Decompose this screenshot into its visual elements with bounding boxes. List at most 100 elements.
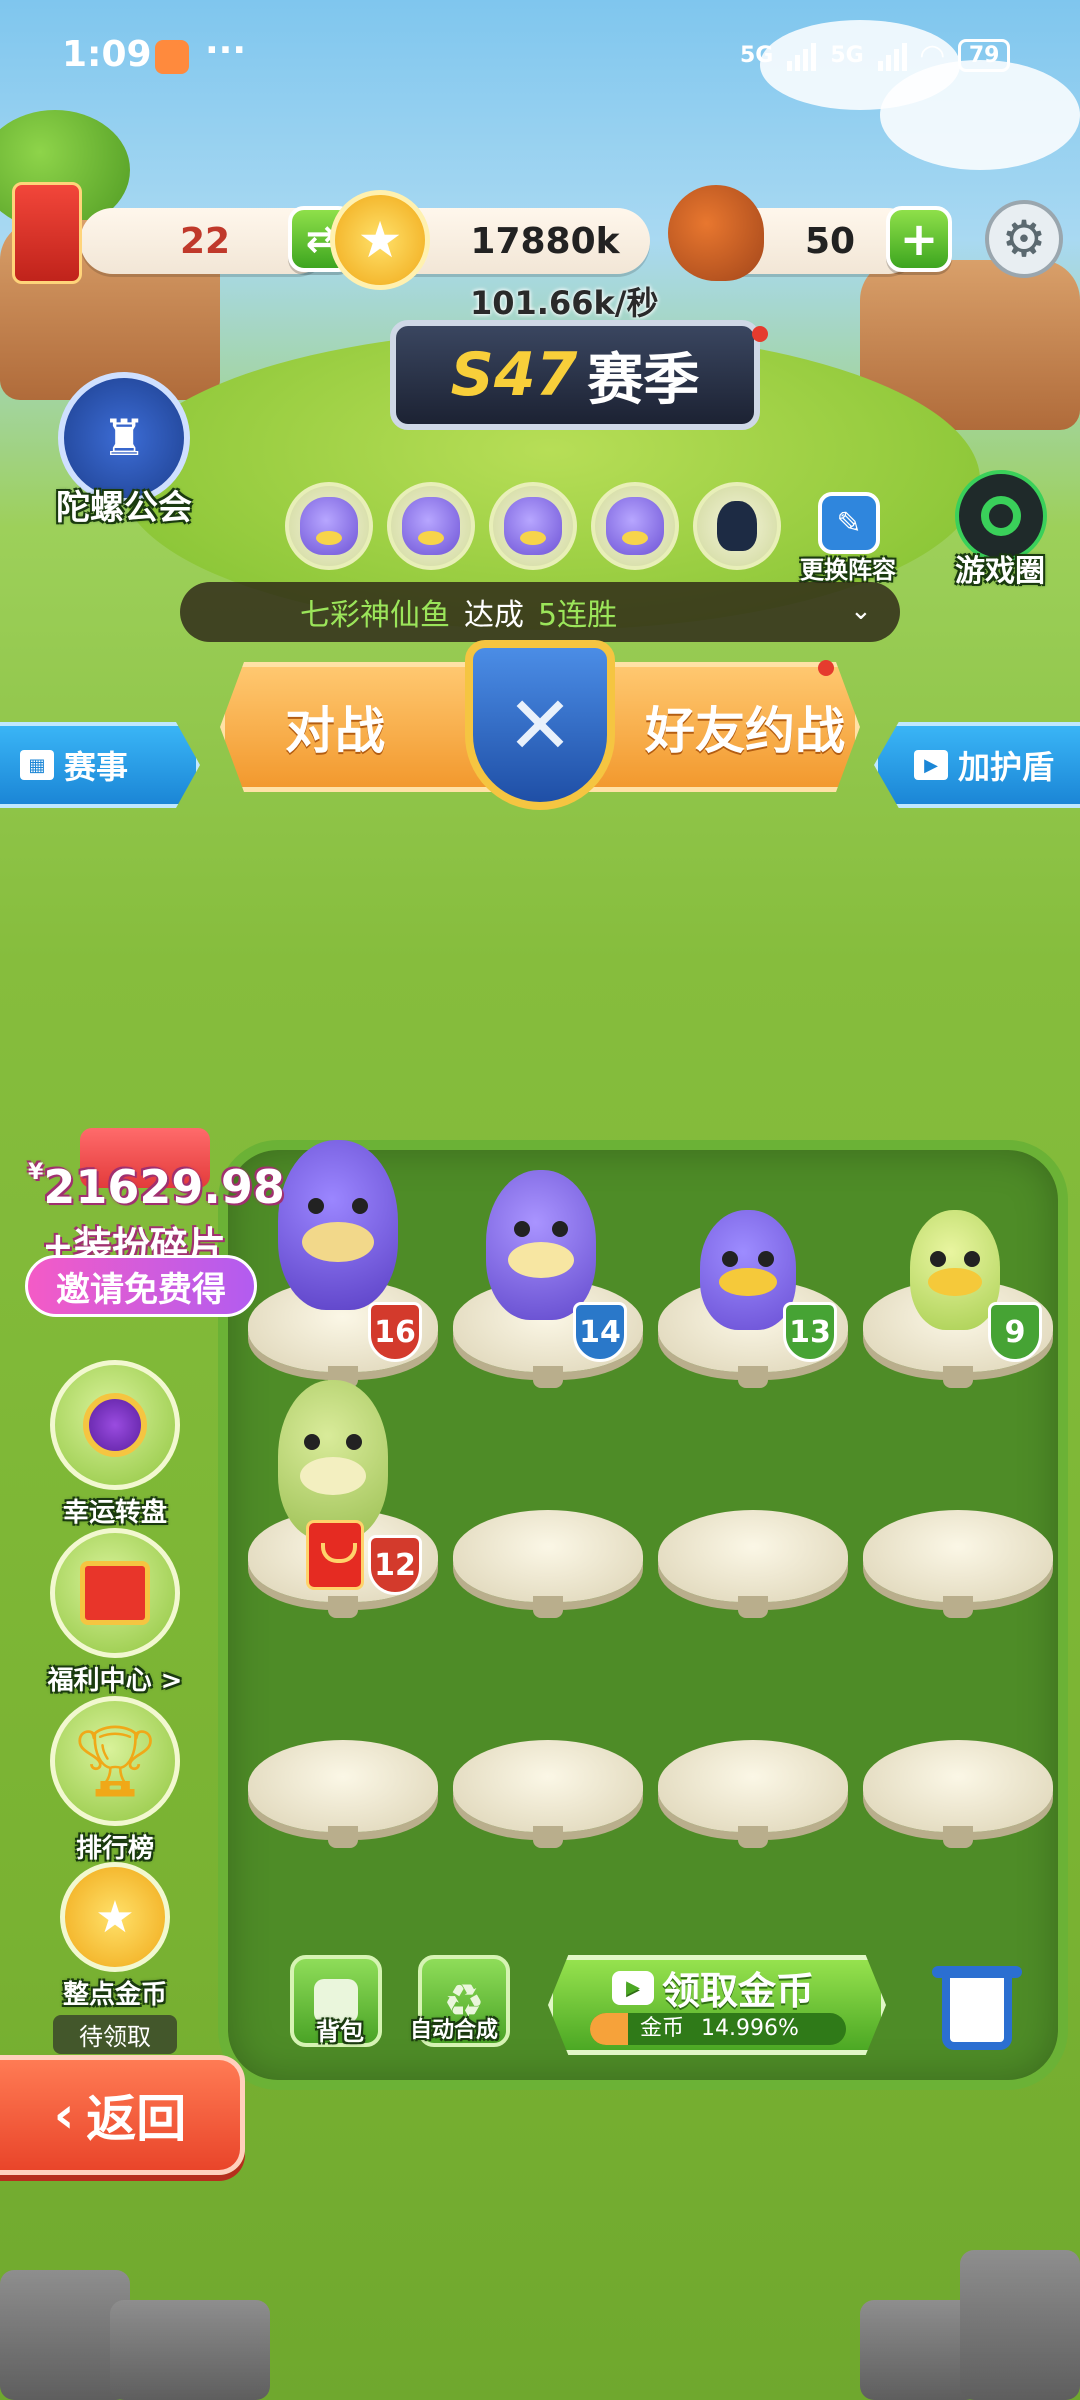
red-packet-icon[interactable] xyxy=(306,1520,364,1590)
collect-progress-label: 金币 xyxy=(640,2016,685,2041)
collect-coins-label: 领取金币 xyxy=(662,1969,815,2013)
board-slot[interactable] xyxy=(453,1740,643,1848)
collect-progress-text: 金币 14.996% xyxy=(640,2013,799,2045)
dino-eye xyxy=(964,1250,980,1267)
lucky-wheel-button[interactable]: 幸运转盘 xyxy=(40,1360,190,1529)
merge-board: 16 14 13 9 12 背包 ♻ 自动合成 xyxy=(218,1140,1068,2090)
level-badge: 12 xyxy=(368,1535,422,1595)
welfare-center-label: 福利中心 > xyxy=(47,1666,183,1696)
events-label: 赛事 xyxy=(64,748,129,786)
signal-icon xyxy=(877,41,907,71)
dino-pet[interactable] xyxy=(278,1380,388,1540)
meat-icon xyxy=(668,185,764,281)
lineup-slot[interactable] xyxy=(489,482,577,570)
coin-icon: ★ xyxy=(60,1862,170,1972)
more-notifications-icon: ··· xyxy=(205,30,247,71)
add-meat-button[interactable]: + xyxy=(886,206,952,272)
dino-pet[interactable] xyxy=(486,1170,596,1320)
trash-button[interactable] xyxy=(928,1958,1024,2054)
add-shield-tab[interactable]: ▶ 加护盾 xyxy=(874,722,1080,808)
dino-pet[interactable] xyxy=(278,1140,398,1310)
lineup-slot-locked[interactable] xyxy=(693,482,781,570)
battery-indicator: 79 xyxy=(957,39,1011,72)
coin-rate: 101.66k/秒 xyxy=(470,284,659,322)
dino-eye xyxy=(722,1250,738,1267)
season-code: S47 xyxy=(450,340,578,410)
lucky-wheel-label: 幸运转盘 xyxy=(62,1498,167,1528)
welfare-center-button[interactable]: 福利中心 > xyxy=(40,1528,190,1697)
notification-dot xyxy=(752,326,768,342)
promo-currency: ¥ xyxy=(28,1160,44,1185)
edit-icon: ✎ xyxy=(836,505,862,541)
board-slot[interactable] xyxy=(453,1510,643,1618)
board-slot[interactable] xyxy=(658,1740,848,1848)
board-slot[interactable] xyxy=(863,1510,1053,1618)
goal-pet-name: 七彩神仙鱼 xyxy=(300,598,450,633)
trophy-icon: 🏆︎ xyxy=(50,1696,180,1826)
battle-label: 对战 xyxy=(285,702,385,760)
gift-icon xyxy=(50,1528,180,1658)
board-slot[interactable] xyxy=(863,1740,1053,1848)
coin-icon: ★ xyxy=(330,190,430,290)
swords-icon: ✕ xyxy=(506,678,574,772)
lineup-slot[interactable] xyxy=(387,482,475,570)
dino-snout xyxy=(508,1242,574,1278)
dino-eye xyxy=(758,1250,774,1267)
collect-progress-fill xyxy=(590,2013,629,2045)
signal-icon xyxy=(787,41,817,71)
dino-pet[interactable] xyxy=(700,1210,796,1330)
chat-icon xyxy=(981,496,1021,536)
season-badge[interactable]: S47 赛季 xyxy=(390,320,760,430)
hourly-coins-status: 待领取 xyxy=(53,2015,177,2054)
network-5g-label: 5G xyxy=(830,43,864,68)
locked-silhouette-icon xyxy=(717,501,757,551)
gear-icon: ⚙ xyxy=(1001,210,1047,268)
flag-icon: ▦ xyxy=(20,750,54,780)
settings-button[interactable]: ⚙ xyxy=(985,200,1063,278)
level-badge: 14 xyxy=(573,1302,627,1362)
lineup-row xyxy=(285,482,781,570)
level-badge: 9 xyxy=(988,1302,1042,1362)
play-video-icon: ▶ xyxy=(914,750,948,780)
promo-amount[interactable]: ¥21629.98 xyxy=(28,1160,285,1214)
coin-amount: 17880k xyxy=(470,220,620,262)
dino-eye xyxy=(552,1221,568,1237)
dino-eye xyxy=(352,1197,368,1214)
lineup-slot[interactable] xyxy=(285,482,373,570)
dino-pacifier xyxy=(928,1267,982,1297)
events-tab[interactable]: ▦ 赛事 xyxy=(0,722,200,808)
plus-icon: + xyxy=(899,212,939,266)
rock-decoration xyxy=(110,2300,270,2400)
goal-bar[interactable]: 七彩神仙鱼 达成 5连胜 xyxy=(180,582,900,642)
chevron-left-icon: ‹ xyxy=(53,2086,75,2144)
hourly-coins-button[interactable]: ★ 整点金币 待领取 xyxy=(40,1862,190,2054)
hourly-coins-label: 整点金币 xyxy=(62,1980,167,2010)
board-slot[interactable] xyxy=(658,1510,848,1618)
red-packet-icon[interactable] xyxy=(12,182,82,284)
back-button[interactable]: ‹ 返回 xyxy=(0,2055,245,2175)
tv-icon: ▶ xyxy=(612,1970,654,2005)
board-slot[interactable] xyxy=(248,1740,438,1848)
wifi-icon: ◠ xyxy=(920,38,944,73)
goal-value: 5连胜 xyxy=(538,598,618,633)
game-circle-label: 游戏圈 xyxy=(955,554,1045,589)
lineup-slot[interactable] xyxy=(591,482,679,570)
change-lineup-button[interactable]: ✎ xyxy=(818,492,880,554)
crossed-swords-shield-icon: ✕ xyxy=(465,640,615,810)
invite-free-button[interactable]: 邀请免费得 xyxy=(25,1255,257,1317)
promo-amount-value: 21629.98 xyxy=(43,1160,285,1214)
dino-avatar xyxy=(606,497,664,555)
chevron-down-icon[interactable]: ⌄ xyxy=(850,596,872,626)
dino-eye xyxy=(346,1434,362,1451)
ranking-button[interactable]: 🏆︎ 排行榜 xyxy=(40,1696,190,1865)
dino-pet[interactable] xyxy=(910,1210,1000,1330)
dino-eye xyxy=(304,1434,320,1451)
dino-snout xyxy=(300,1456,366,1496)
trash-lid xyxy=(932,1966,1022,1978)
dino-eye xyxy=(308,1197,324,1214)
castle-icon: ♜ xyxy=(101,409,147,467)
trash-icon xyxy=(942,1976,1012,2050)
rock-decoration xyxy=(960,2250,1080,2400)
dino-snout xyxy=(302,1221,374,1263)
change-lineup-label: 更换阵容 xyxy=(800,556,896,584)
